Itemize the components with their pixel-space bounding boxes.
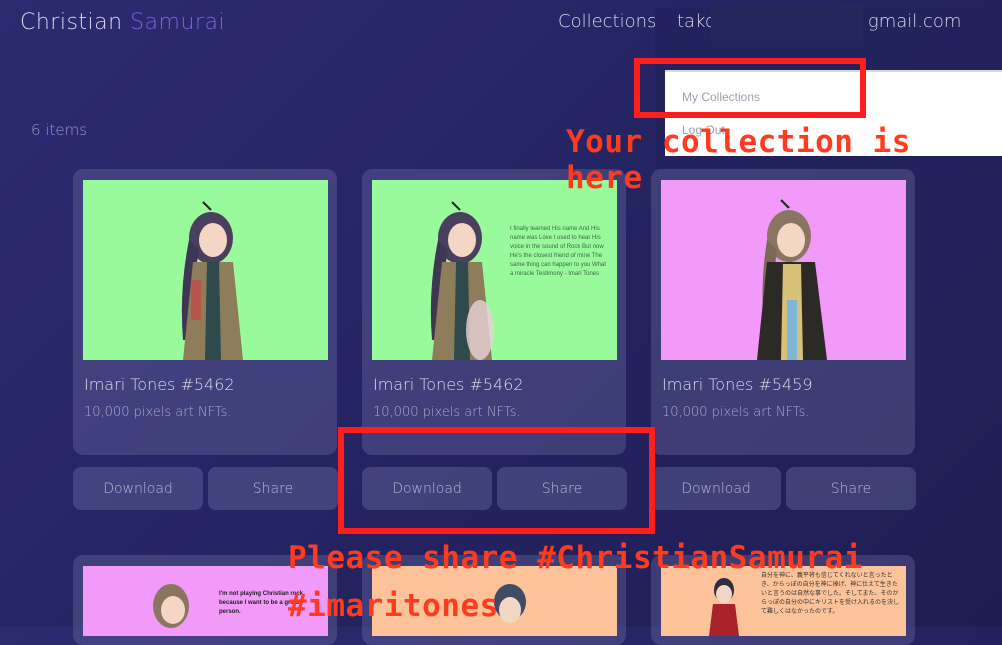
brand-first: Christian [20,10,123,35]
highlight-box-share [338,427,655,534]
nft-image: I finally learned His name And His name … [372,180,617,360]
nft-image [661,180,906,360]
annotation-share-hashtag-2: #imaritones [288,588,499,624]
nft-card[interactable]: Imari Tones #5462 10,000 pixels art NFTs… [73,169,337,455]
nft-subtitle: 10,000 pixels art NFTs. [662,405,810,420]
share-button[interactable]: Share [208,467,338,510]
download-button[interactable]: Download [651,467,781,510]
download-button[interactable]: Download [73,467,203,510]
samurai-character-illustration [757,199,827,360]
brand-second: Samurai [130,10,226,35]
annotation-share-hashtag: Please share #ChristianSamurai [288,540,863,576]
nft-title: Imari Tones #5462 [373,375,524,394]
nft-subtitle: 10,000 pixels art NFTs. [84,405,232,420]
email-suffix: gmail.com [867,11,962,32]
nft-card[interactable]: I finally learned His name And His name … [362,169,626,455]
nav-collections-link[interactable]: Collections [558,11,656,32]
email-redaction [711,4,863,41]
annotation-collection-here: Your collection is here [566,124,911,196]
nft-title: Imari Tones #5462 [84,375,235,394]
highlight-box-my-collections [634,58,866,118]
nft-title: Imari Tones #5459 [662,375,813,394]
nft-card[interactable]: Imari Tones #5459 10,000 pixels art NFTs… [651,169,915,455]
samurai-character-illustration [181,201,243,360]
nft-image: 自分を神に、義平将も信じてくれないと言ったとき、からっぽの自分を神に捧げ、神に仕… [661,566,906,636]
brand-logo[interactable]: Christian Samurai [20,10,225,35]
jp-testimony-text: 自分を神に、義平将も信じてくれないと言ったとき、からっぽの自分を神に捧げ、神に仕… [761,573,900,615]
item-count: 6 items [31,121,88,139]
poem-text: I finally learned His name And His name … [510,226,607,277]
share-button[interactable]: Share [786,467,916,510]
nft-subtitle: 10,000 pixels art NFTs. [373,405,521,420]
nft-image [83,180,328,360]
